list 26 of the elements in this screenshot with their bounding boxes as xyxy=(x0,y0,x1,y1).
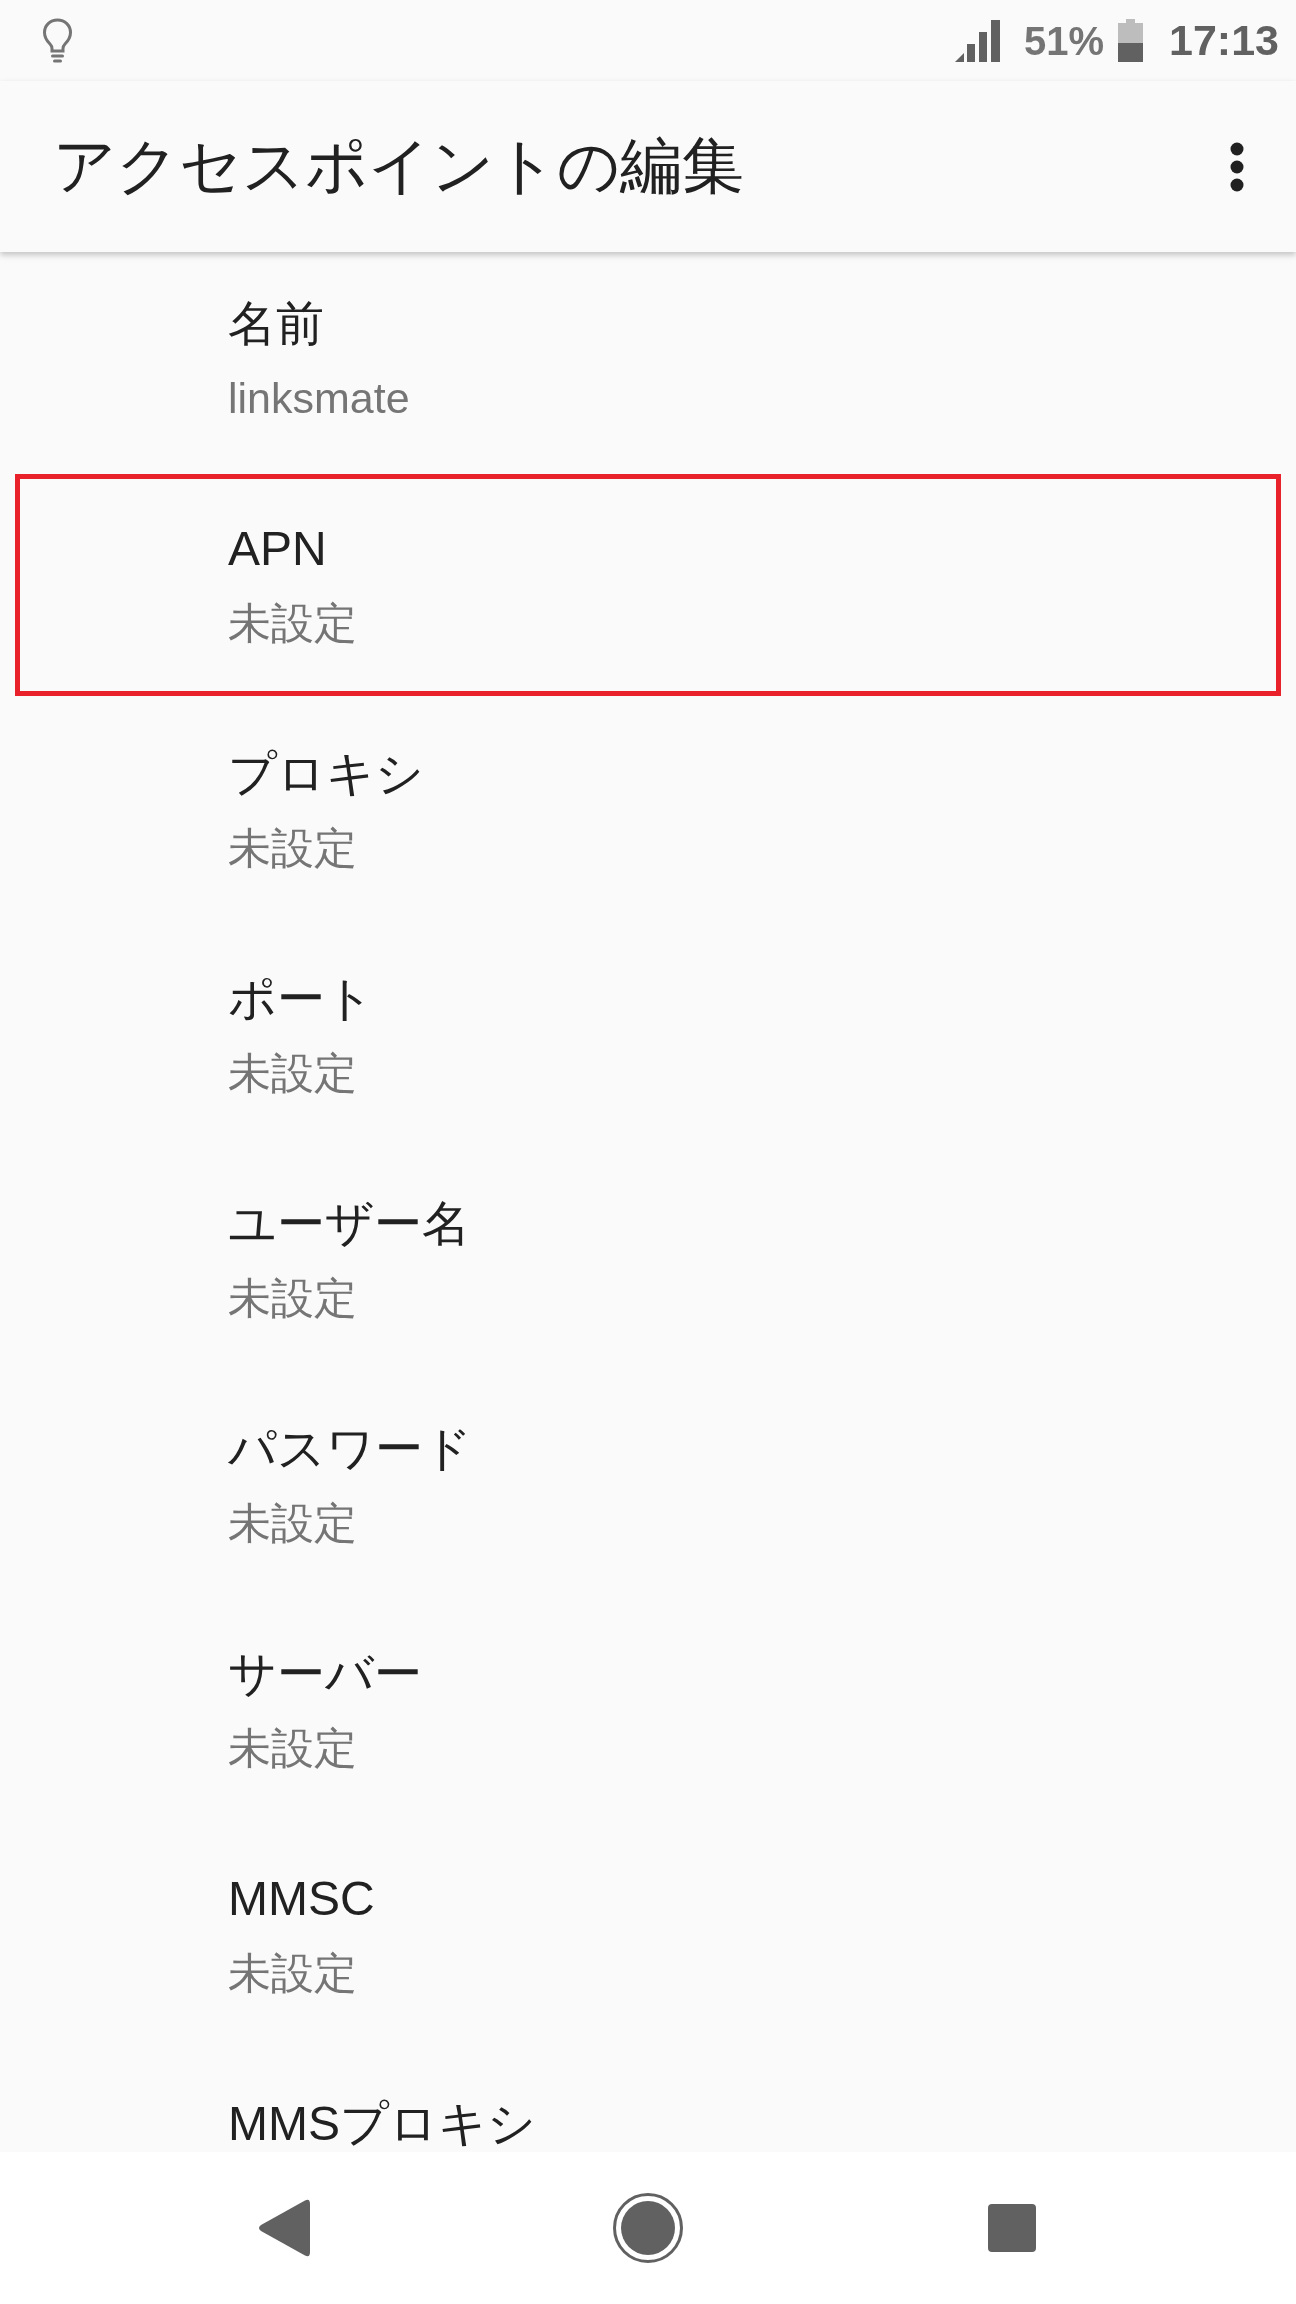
more-options-icon[interactable] xyxy=(1230,141,1244,192)
setting-title[interactable]: サーバー xyxy=(228,1648,422,1700)
battery-icon xyxy=(1118,19,1143,62)
setting-title[interactable]: ユーザー名 xyxy=(228,1198,470,1250)
screen-title: アクセスポイントの編集 xyxy=(53,130,744,203)
setting-value: 未設定 xyxy=(228,1498,357,1549)
setting-value: 未設定 xyxy=(228,1048,357,1099)
setting-title[interactable]: パスワード xyxy=(228,1423,472,1475)
signal-icon xyxy=(954,19,1000,62)
setting-value: 未設定 xyxy=(228,1723,357,1774)
setting-value: 未設定 xyxy=(228,1273,357,1324)
setting-title[interactable]: APN xyxy=(228,523,327,575)
setting-title[interactable]: プロキシ xyxy=(228,748,424,800)
setting-title[interactable]: ポート xyxy=(228,973,374,1025)
battery-percentage: 51% xyxy=(1023,20,1104,61)
setting-title[interactable]: 名前 xyxy=(228,298,324,350)
home-icon[interactable] xyxy=(613,2193,683,2263)
clock-time: 17:13 xyxy=(1169,19,1279,62)
setting-title[interactable]: MMSC xyxy=(228,1873,375,1925)
setting-value: 未設定 xyxy=(228,823,357,874)
setting-value: 未設定 xyxy=(228,1948,357,1999)
setting-value: 未設定 xyxy=(228,598,357,649)
setting-value: linksmate xyxy=(228,373,410,424)
setting-title[interactable]: MMSプロキシ xyxy=(228,2098,536,2150)
lightbulb-icon xyxy=(42,18,73,63)
back-icon[interactable] xyxy=(258,2199,310,2257)
